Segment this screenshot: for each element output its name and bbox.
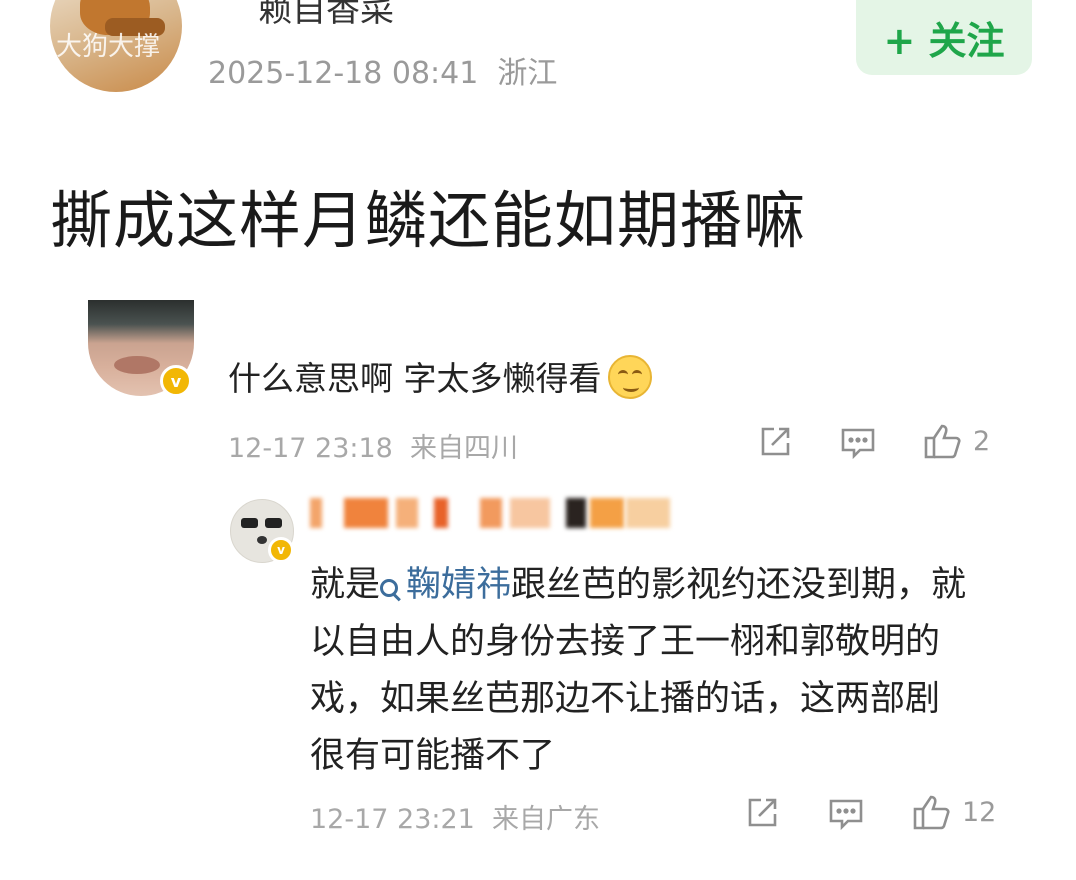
reply-text: 就是 鞠婧祎跟丝芭的影视约还没到期，就以自由人的身份去接了王一栩和郭敬明的戏，如果… [310, 565, 967, 776]
topic-search-icon [380, 579, 399, 597]
post-author-name[interactable]: 赖自香菜 [258, 0, 394, 31]
smile-emoji-icon [607, 355, 652, 399]
topic-link[interactable]: 鞠婧祎 [380, 565, 511, 605]
share-icon [761, 427, 790, 456]
comment-time: 12-17 23:18 [228, 433, 393, 464]
reply-button[interactable] [840, 426, 876, 460]
reply-meta: 12-17 23:21 来自广东 [310, 797, 600, 836]
like-icon [913, 795, 950, 830]
post-meta: 2025-12-18 08:41 浙江 [208, 48, 557, 92]
follow-button[interactable]: + 关注 [856, 0, 1032, 75]
reply-share-button[interactable] [744, 795, 780, 831]
comment-meta: 12-17 23:18 来自四川 [228, 426, 518, 465]
comment-location: 来自四川 [410, 433, 519, 464]
share-icon [748, 798, 777, 827]
comment-icon [841, 428, 875, 460]
blurred-username [310, 498, 670, 532]
reply-location: 来自广东 [492, 804, 601, 835]
reply-like-count: 12 [962, 796, 997, 828]
reply-comment-button[interactable] [828, 797, 864, 831]
avatar-watermark: 大狗大撑 [56, 32, 161, 62]
verified-badge-icon: v [160, 365, 192, 397]
post-timestamp: 2025-12-18 08:41 [208, 56, 479, 91]
like-button[interactable]: 2 [923, 422, 990, 460]
verified-badge-icon: v [268, 537, 294, 563]
post-location: 浙江 [497, 56, 558, 91]
reply-time: 12-17 23:21 [310, 804, 475, 835]
comment-icon [829, 799, 863, 831]
comment-text: 什么意思啊 字太多懒得看 [228, 352, 652, 400]
post-title: 撕成这样月鳞还能如期播嘛 [50, 184, 807, 257]
post-author-avatar[interactable]: 大狗大撑 [50, 0, 182, 92]
like-icon [924, 424, 961, 459]
share-button[interactable] [757, 424, 793, 460]
reply-like-button[interactable]: 12 [912, 793, 996, 831]
like-count: 2 [973, 425, 991, 457]
